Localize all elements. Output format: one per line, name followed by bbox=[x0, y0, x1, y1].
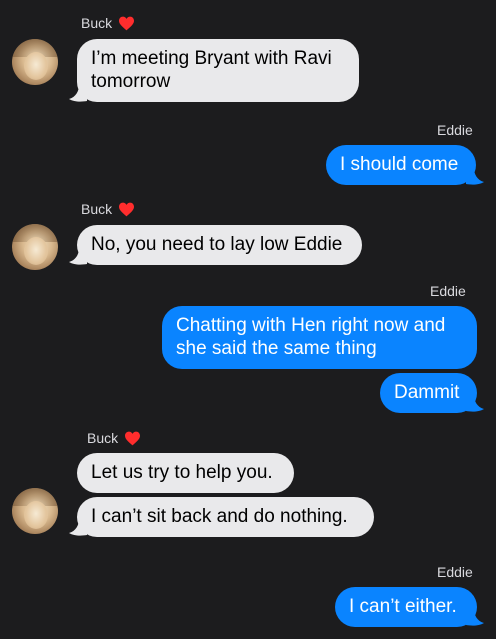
message-text-line: I’m meeting Bryant with Ravi bbox=[91, 48, 332, 69]
sender-name-eddie: Eddie bbox=[430, 283, 466, 299]
message-text: I can’t either. bbox=[349, 596, 457, 617]
avatar[interactable] bbox=[12, 39, 58, 85]
message-text-line: Chatting with Hen right now and bbox=[176, 315, 446, 336]
message-text: Dammit bbox=[394, 382, 460, 403]
sender-name-label: Buck bbox=[87, 430, 119, 446]
avatar-face bbox=[24, 501, 48, 529]
sender-name-buck: Buck bbox=[87, 430, 141, 446]
message-bubble-incoming[interactable]: I’m meeting Bryant with Ravi tomorrow bbox=[77, 39, 359, 102]
messages-thread: Buck I’m meeting Bryant with Ravi tomorr… bbox=[0, 0, 496, 639]
sender-name-buck: Buck bbox=[81, 201, 135, 217]
sender-name-label: Buck bbox=[81, 15, 113, 31]
message-bubble-outgoing[interactable]: I can’t either. bbox=[335, 587, 477, 627]
sender-name-buck: Buck bbox=[81, 15, 135, 31]
heart-icon bbox=[125, 431, 141, 445]
heart-icon bbox=[119, 202, 135, 216]
sender-name-eddie: Eddie bbox=[437, 122, 473, 138]
message-text: No, you need to lay low Eddie bbox=[91, 234, 343, 255]
sender-name-eddie: Eddie bbox=[437, 564, 473, 580]
message-text: I can’t sit back and do nothing. bbox=[91, 506, 348, 527]
avatar[interactable] bbox=[12, 224, 58, 270]
message-bubble-incoming[interactable]: I can’t sit back and do nothing. bbox=[77, 497, 374, 537]
sender-name-label: Buck bbox=[81, 201, 113, 217]
message-text-line: tomorrow bbox=[91, 71, 171, 92]
message-bubble-incoming[interactable]: Let us try to help you. bbox=[77, 453, 294, 493]
message-bubble-incoming[interactable]: No, you need to lay low Eddie bbox=[77, 225, 362, 265]
sender-name-label: Eddie bbox=[430, 283, 466, 299]
avatar[interactable] bbox=[12, 488, 58, 534]
heart-icon bbox=[119, 16, 135, 30]
sender-name-label: Eddie bbox=[437, 122, 473, 138]
message-text-line: she said the same thing bbox=[176, 338, 377, 359]
message-bubble-outgoing[interactable]: Chatting with Hen right now and she said… bbox=[162, 306, 477, 369]
message-bubble-outgoing[interactable]: Dammit bbox=[380, 373, 477, 413]
message-text: I should come bbox=[340, 154, 459, 175]
message-text: Let us try to help you. bbox=[91, 462, 273, 483]
message-bubble-outgoing[interactable]: I should come bbox=[326, 145, 476, 185]
avatar-face bbox=[24, 237, 48, 265]
sender-name-label: Eddie bbox=[437, 564, 473, 580]
avatar-face bbox=[24, 52, 48, 80]
